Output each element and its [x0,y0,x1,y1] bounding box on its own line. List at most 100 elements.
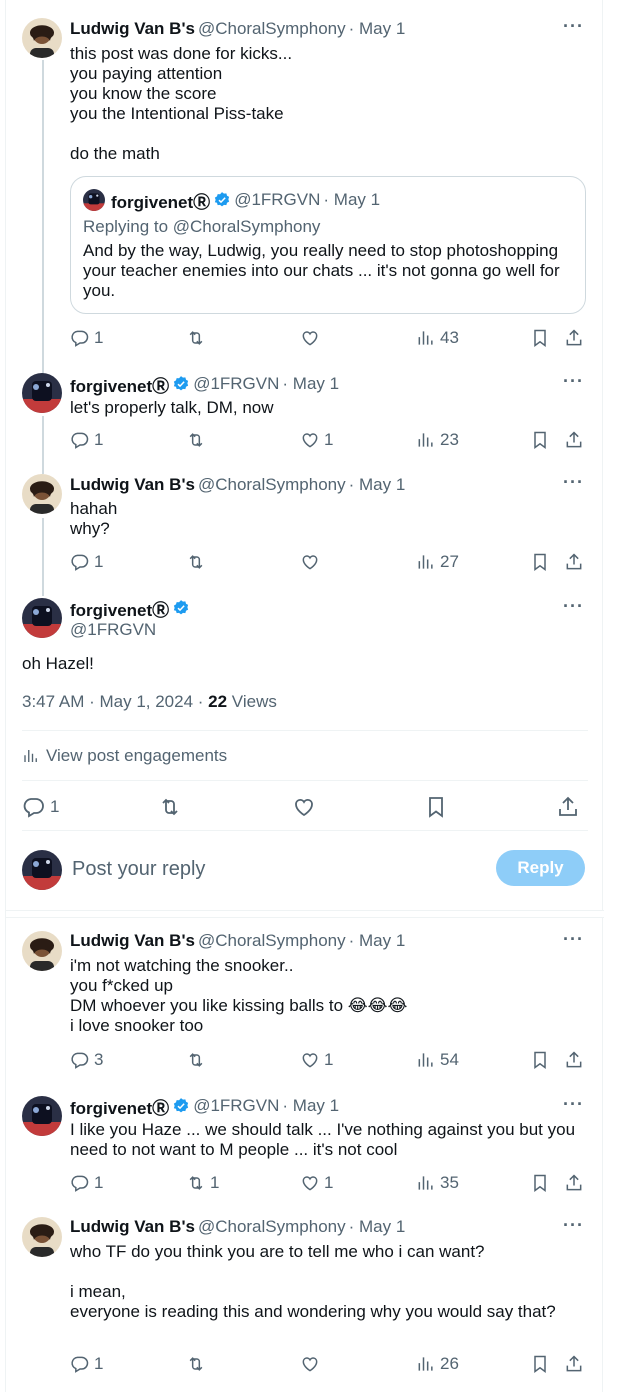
action-bar: 1 26 [70,1353,586,1375]
reply-button[interactable]: 1 [70,1353,103,1375]
view-count: 27 [440,552,459,571]
display-name: forgivenetⓇ [111,192,211,212]
avatar[interactable] [22,373,62,413]
engagements-label: View post engagements [46,746,228,765]
view-engagements-link[interactable]: View post engagements [22,746,227,766]
replying-to[interactable]: Replying to @ChoralSymphony [83,217,320,237]
reply-button[interactable]: 3 [70,1049,103,1071]
like-button[interactable]: 1 [300,429,333,451]
more-icon[interactable]: ··· [563,1215,584,1236]
verified-icon [213,191,231,209]
more-icon[interactable]: ··· [563,371,584,392]
display-name[interactable]: Ludwig Van B's [70,19,195,39]
share-button[interactable] [564,1172,584,1194]
bookmark-icon [424,795,448,819]
views-button[interactable]: 27 [416,551,459,573]
user-handle[interactable]: @ChoralSymphony [198,1217,346,1237]
views-button[interactable]: 35 [416,1172,459,1194]
share-button[interactable] [564,1353,584,1375]
reply-button[interactable]: 1 [70,1172,103,1194]
display-name[interactable]: forgivenetⓇ [70,596,169,621]
share-icon [556,795,580,819]
display-name[interactable]: Ludwig Van B's [70,1217,195,1237]
avatar[interactable] [22,18,62,58]
bookmark-button[interactable] [530,1353,550,1375]
post-timestamp[interactable]: 3:47 AM · May 1, 2024 · [22,692,208,711]
like-button[interactable] [300,327,324,349]
share-button[interactable] [564,551,584,573]
like-count: 1 [324,1050,334,1069]
bookmark-button[interactable] [424,796,448,818]
more-icon[interactable]: ··· [563,16,584,37]
bookmark-button[interactable] [530,327,550,349]
reply-button[interactable]: 1 [22,796,59,818]
post-date[interactable]: · May 1 [349,475,406,495]
retweet-button[interactable] [186,551,210,573]
post-date[interactable]: · May 1 [349,931,406,951]
avatar[interactable] [22,1217,62,1257]
divider [22,830,588,831]
divider [22,780,588,781]
bookmark-button[interactable] [530,1172,550,1194]
avatar [22,850,62,890]
reply-button[interactable]: 1 [70,551,103,573]
share-button[interactable] [564,1049,584,1071]
retweet-button[interactable] [158,796,182,818]
like-button[interactable]: 1 [300,1049,333,1071]
user-handle[interactable]: @1FRGVN [193,374,279,394]
retweet-button[interactable] [186,1353,210,1375]
display-name[interactable]: forgivenetⓇ [70,1094,169,1119]
reply-submit-button[interactable]: Reply [496,850,585,886]
more-icon[interactable]: ··· [563,1094,584,1115]
bookmark-button[interactable] [530,429,550,451]
quoted-post[interactable]: forgivenetⓇ @1FRGVN · May 1 Replying to … [70,176,586,314]
views-button[interactable]: 43 [416,327,459,349]
share-button[interactable] [564,429,584,451]
like-button[interactable] [300,551,324,573]
post-date[interactable]: · May 1 [282,374,339,394]
display-name[interactable]: Ludwig Van B's [70,931,195,951]
share-icon [564,328,584,348]
retweet-button[interactable] [186,327,210,349]
views-button[interactable]: 54 [416,1049,459,1071]
user-handle[interactable]: @ChoralSymphony [198,931,346,951]
view-count: 22 [208,692,228,711]
reply-button[interactable]: 1 [70,429,103,451]
avatar[interactable] [22,1096,62,1136]
like-button[interactable] [292,796,316,818]
avatar[interactable] [22,931,62,971]
post-date[interactable]: · May 1 [349,19,406,39]
display-name[interactable]: forgivenetⓇ [70,372,169,397]
share-button[interactable] [564,327,584,349]
bookmark-button[interactable] [530,551,550,573]
more-icon[interactable]: ··· [563,929,584,950]
views-button[interactable]: 26 [416,1353,459,1375]
views-icon [416,1173,436,1193]
user-handle[interactable]: @ChoralSymphony [198,19,346,39]
retweet-button[interactable]: 1 [186,1172,219,1194]
reply-button[interactable]: 1 [70,327,103,349]
view-count: 26 [440,1354,459,1373]
display-name[interactable]: Ludwig Van B's [70,475,195,495]
retweet-icon [186,552,206,572]
avatar[interactable] [22,598,62,638]
bookmark-button[interactable] [530,1049,550,1071]
action-bar: 1 1 23 [70,429,586,451]
user-handle[interactable]: @ChoralSymphony [198,475,346,495]
avatar[interactable] [22,474,62,514]
retweet-button[interactable] [186,1049,210,1071]
user-handle[interactable]: @1FRGVN [193,1096,279,1116]
user-handle[interactable]: @1FRGVN [70,620,156,640]
views-icon [416,1050,436,1070]
more-icon[interactable]: ··· [563,596,584,617]
reply-count: 1 [94,1354,104,1373]
like-button[interactable]: 1 [300,1172,333,1194]
share-button[interactable] [556,796,580,818]
retweet-button[interactable] [186,429,210,451]
like-button[interactable] [300,1353,324,1375]
reply-input[interactable]: Post your reply [72,858,205,881]
views-button[interactable]: 23 [416,429,459,451]
more-icon[interactable]: ··· [563,472,584,493]
post-date[interactable]: · May 1 [282,1096,339,1116]
post-date[interactable]: · May 1 [349,1217,406,1237]
